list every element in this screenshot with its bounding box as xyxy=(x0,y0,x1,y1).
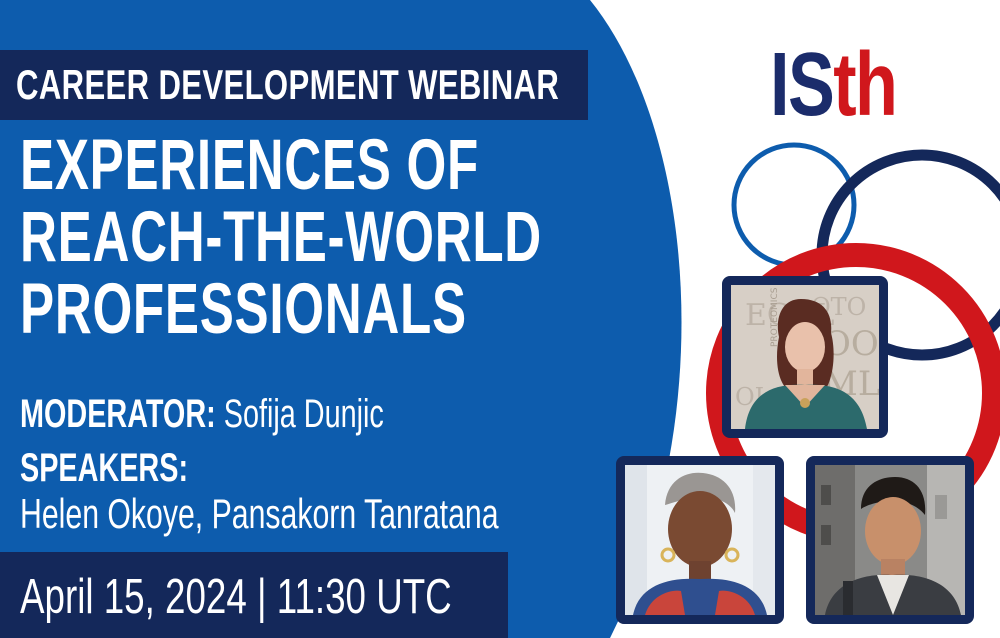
webinar-type-label: CAREER DEVELOPMENT WEBINAR xyxy=(16,61,560,108)
speakers-label: SPEAKERS: xyxy=(20,446,189,490)
date-time: April 15, 2024 | 11:30 UTC xyxy=(20,570,452,624)
logo-part-th: th xyxy=(833,35,898,135)
moderator-photo: ECOL OTO OO ML OLO PROTEOMICS xyxy=(722,276,888,438)
moderator-name: Sofija Dunjic xyxy=(223,392,384,436)
isth-logo: ISth xyxy=(770,40,932,130)
title-line-1: EXPERIENCES OF xyxy=(20,126,479,205)
webinar-title: EXPERIENCES OF REACH-THE-WORLD PROFESSIO… xyxy=(20,130,745,346)
webinar-type-banner: CAREER DEVELOPMENT WEBINAR xyxy=(0,50,588,120)
backdrop-word: PROTEOMICS xyxy=(770,287,780,347)
speakers-names-line: Helen Okoye, Pansakorn Tanratana xyxy=(20,492,685,536)
moderator-label: MODERATOR: xyxy=(20,392,216,436)
webinar-banner: CAREER DEVELOPMENT WEBINAR EXPERIENCES O… xyxy=(0,0,1000,638)
date-banner: April 15, 2024 | 11:30 UTC xyxy=(0,552,508,638)
speakers-names: Helen Okoye, Pansakorn Tanratana xyxy=(20,490,499,537)
moderator-line: MODERATOR: Sofija Dunjic xyxy=(20,392,525,436)
logo-part-is: IS xyxy=(770,35,835,135)
title-line-2: REACH-THE-WORLD xyxy=(20,198,542,277)
speakers-label-line: SPEAKERS: xyxy=(20,446,253,490)
title-line-3: PROFESSIONALS xyxy=(20,270,467,349)
speaker-photo-helen xyxy=(616,456,784,624)
speaker-photo-pansakorn xyxy=(806,456,974,624)
